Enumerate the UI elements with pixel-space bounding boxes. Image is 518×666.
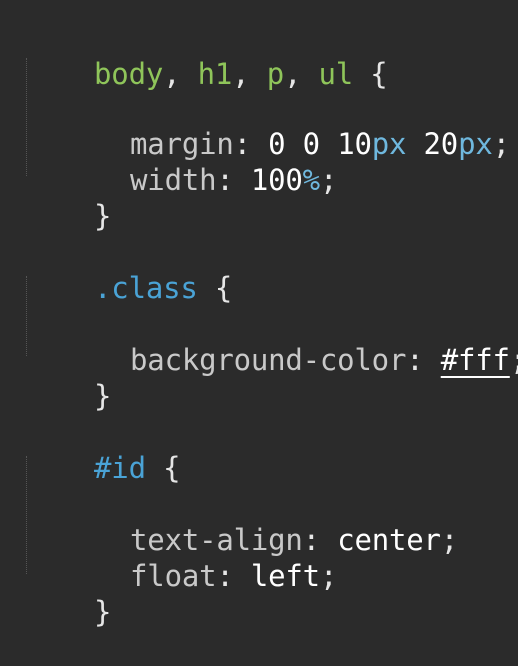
selector-class: .class: [94, 271, 198, 305]
value-keyword: left: [250, 559, 320, 593]
selector-comma: ,: [232, 57, 250, 91]
value-keyword: center: [337, 523, 441, 557]
close-brace: }: [94, 379, 112, 413]
semicolon: ;: [319, 559, 338, 593]
value-unit: %: [302, 163, 320, 197]
colon: :: [216, 559, 234, 593]
code-line-selector: .class {: [25, 234, 232, 305]
code-line-width: width: 100%;: [61, 126, 337, 197]
selector-h1: h1: [197, 57, 233, 91]
code-editor[interactable]: body, h1, p, ul { margin: 0 0 10px 20px;…: [0, 0, 518, 629]
semicolon: ;: [440, 523, 459, 557]
selector-comma: ,: [163, 57, 181, 91]
value-number: 20: [423, 127, 459, 161]
property-width: width: [130, 163, 217, 197]
value-unit: px: [458, 127, 493, 161]
property-float: float: [130, 559, 217, 593]
selector-id: #id: [94, 451, 146, 485]
colon: :: [406, 343, 424, 377]
open-brace: {: [370, 57, 388, 91]
colon: :: [216, 163, 234, 197]
value-unit: px: [371, 127, 407, 161]
selector-ul: ul: [318, 57, 354, 91]
value-number: 100: [250, 163, 303, 197]
semicolon: ;: [492, 127, 510, 161]
code-line-float: float: left;: [61, 522, 337, 593]
property-background-color: background-color: [130, 343, 407, 377]
code-line-close: }: [25, 342, 111, 413]
selector-p: p: [266, 57, 284, 91]
close-brace: }: [94, 595, 112, 629]
value-number: 10: [337, 127, 372, 161]
code-line-background-color: background-color: #fff;: [61, 306, 518, 377]
selector-body: body: [94, 57, 164, 91]
semicolon: ;: [510, 343, 518, 377]
code-line-selector: body, h1, p, ul {: [25, 20, 388, 91]
code-line-close: }: [25, 162, 111, 233]
value-color[interactable]: #fff: [441, 343, 510, 377]
open-brace: {: [214, 271, 233, 305]
code-line-text-align: text-align: center;: [61, 486, 458, 557]
code-line-close: }: [25, 558, 111, 629]
open-brace: {: [163, 451, 181, 485]
semicolon: ;: [319, 163, 338, 197]
code-line-margin: margin: 0 0 10px 20px;: [61, 90, 510, 161]
close-brace: }: [94, 199, 112, 233]
selector-comma: ,: [283, 57, 302, 91]
code-line-selector: #id {: [25, 414, 181, 485]
